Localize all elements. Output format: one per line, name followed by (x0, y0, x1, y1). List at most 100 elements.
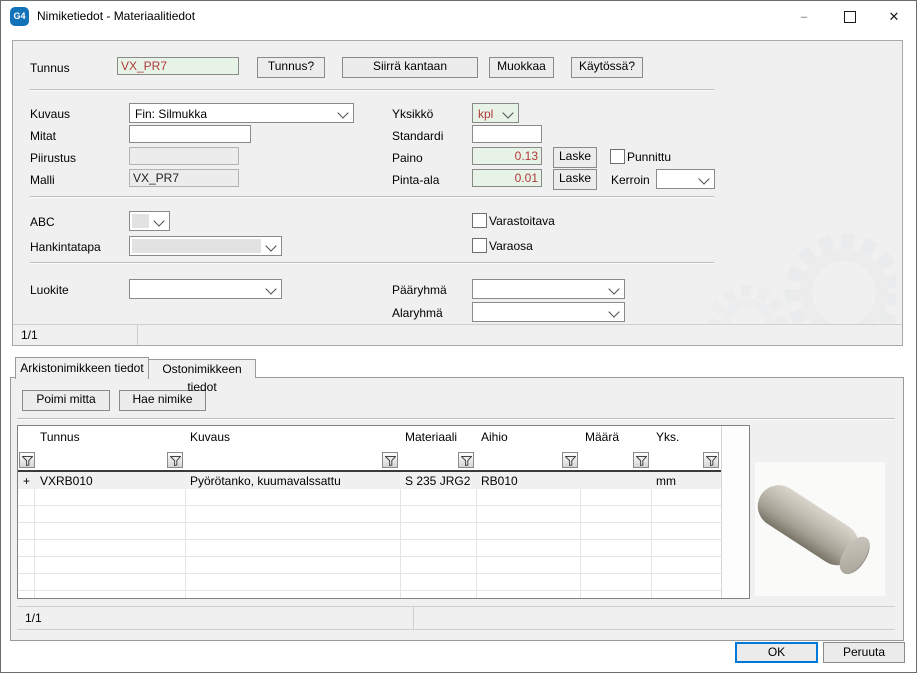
tunnus-label: Tunnus (30, 61, 70, 75)
tab-ostonimikkeen-tiedot[interactable]: Ostonimikkeen tiedot (148, 359, 256, 378)
gears-watermark-image (686, 197, 896, 327)
row-kuvaus[interactable]: Pyörötanko, kuumavalssattu (190, 474, 341, 488)
column-header-maara[interactable]: Määrä (585, 430, 619, 444)
grid-line (476, 472, 477, 598)
kerroin-combobox[interactable] (656, 169, 715, 189)
row-expand-toggle[interactable]: + (23, 474, 30, 488)
tunnus-question-button[interactable]: Tunnus? (257, 57, 325, 78)
abc-label: ABC (30, 215, 55, 229)
funnel-icon (385, 456, 396, 466)
dialog-window: G4 Nimiketiedot - Materiaalitiedot – ✕ T… (0, 0, 917, 673)
laske-pinta-ala-button[interactable]: Laske (553, 169, 597, 190)
chevron-down-icon (265, 240, 276, 251)
separator (17, 418, 895, 420)
grid-line (185, 472, 186, 598)
row-yks[interactable]: mm (656, 474, 676, 488)
chevron-down-icon (608, 306, 619, 317)
funnel-icon (706, 456, 717, 466)
filter-funnel-button[interactable] (167, 452, 183, 468)
separator (30, 196, 714, 198)
record-pager-bar: 1/1 (13, 324, 902, 345)
peruuta-button[interactable]: Peruuta (823, 642, 905, 663)
funnel-icon (565, 456, 576, 466)
abc-value (132, 214, 149, 228)
luokite-label: Luokite (30, 283, 69, 297)
hankintatapa-label: Hankintatapa (30, 240, 101, 254)
mitat-input[interactable] (129, 125, 251, 143)
grid-line (651, 472, 652, 598)
standardi-input[interactable] (472, 125, 542, 143)
column-header-tunnus[interactable]: Tunnus (40, 430, 80, 444)
chevron-down-icon (153, 215, 164, 226)
paaryhma-combobox[interactable] (472, 279, 625, 299)
part-3d-preview-image (755, 462, 885, 596)
filter-funnel-button[interactable] (19, 452, 35, 468)
column-header-materiaali[interactable]: Materiaali (405, 430, 457, 444)
minimize-button[interactable]: – (783, 1, 825, 32)
kaytossa-question-button[interactable]: Käytössä? (571, 57, 643, 78)
grid-line (34, 472, 35, 598)
varaosa-label: Varaosa (489, 239, 533, 253)
hankintatapa-combobox[interactable] (129, 236, 282, 256)
pinta-ala-input[interactable] (472, 169, 542, 187)
table-pager-bar: 1/1 (17, 606, 895, 630)
material-items-table: Tunnus Kuvaus Materiaali Aihio Määrä Yks… (17, 425, 750, 599)
paaryhma-label: Pääryhmä (392, 283, 447, 297)
row-aihio[interactable]: RB010 (481, 474, 518, 488)
column-header-kuvaus[interactable]: Kuvaus (190, 430, 230, 444)
table-row[interactable] (18, 472, 721, 489)
table-pager-text: 1/1 (25, 607, 42, 629)
laske-paino-button[interactable]: Laske (553, 147, 597, 168)
title-bar: G4 Nimiketiedot - Materiaalitiedot – ✕ (1, 1, 916, 32)
filter-funnel-button[interactable] (562, 452, 578, 468)
varaosa-checkbox[interactable] (472, 238, 487, 253)
column-header-yks[interactable]: Yks. (656, 430, 679, 444)
maximize-button[interactable] (829, 1, 871, 32)
piirustus-label: Piirustus (30, 151, 76, 165)
piirustus-input (129, 147, 239, 165)
kerroin-label: Kerroin (611, 173, 650, 187)
funnel-icon (22, 456, 33, 466)
yksikko-combobox[interactable]: kpl (472, 103, 519, 123)
punnittu-checkbox[interactable] (610, 149, 625, 164)
alaryhma-combobox[interactable] (472, 302, 625, 322)
maximize-icon (844, 11, 856, 23)
column-header-aihio[interactable]: Aihio (481, 430, 508, 444)
abc-combobox[interactable] (129, 211, 170, 231)
grid-line (400, 472, 401, 598)
item-details-panel: Tunnus Tunnus? Siirrä kantaan Muokkaa Kä… (12, 40, 903, 346)
window-title: Nimiketiedot - Materiaalitiedot (37, 9, 195, 23)
close-button[interactable]: ✕ (873, 1, 915, 32)
alaryhma-label: Alaryhmä (392, 306, 443, 320)
filter-funnel-button[interactable] (633, 452, 649, 468)
table-scrollbar-track[interactable] (721, 426, 749, 598)
siirra-kantaan-button[interactable]: Siirrä kantaan (342, 57, 478, 78)
yksikko-value: kpl (478, 107, 493, 121)
row-materiaali[interactable]: S 235 JRG2 (405, 474, 470, 488)
ok-button[interactable]: OK (735, 642, 818, 663)
tunnus-input[interactable] (117, 57, 239, 75)
paino-label: Paino (392, 151, 423, 165)
mitat-label: Mitat (30, 129, 56, 143)
record-pager-text: 1/1 (21, 325, 38, 345)
poimi-mitta-button[interactable]: Poimi mitta (22, 390, 110, 411)
funnel-icon (636, 456, 647, 466)
pager-divider (137, 325, 138, 345)
filter-funnel-button[interactable] (703, 452, 719, 468)
filter-funnel-button[interactable] (382, 452, 398, 468)
muokkaa-button[interactable]: Muokkaa (489, 57, 554, 78)
chevron-down-icon (698, 173, 709, 184)
kuvaus-label: Kuvaus (30, 107, 70, 121)
row-tunnus[interactable]: VXRB010 (40, 474, 93, 488)
separator (30, 262, 714, 264)
paino-input[interactable] (472, 147, 542, 165)
grid-line (580, 472, 581, 598)
luokite-combobox[interactable] (129, 279, 282, 299)
filter-funnel-button[interactable] (458, 452, 474, 468)
kuvaus-combobox[interactable]: Fin: Silmukka (129, 103, 354, 123)
varastoitava-label: Varastoitava (489, 214, 555, 228)
pinta-ala-label: Pinta-ala (392, 173, 439, 187)
varastoitava-checkbox[interactable] (472, 213, 487, 228)
tab-arkistonimikkeen-tiedot[interactable]: Arkistonimikkeen tiedot (15, 357, 149, 379)
yksikko-label: Yksikkö (392, 107, 433, 121)
